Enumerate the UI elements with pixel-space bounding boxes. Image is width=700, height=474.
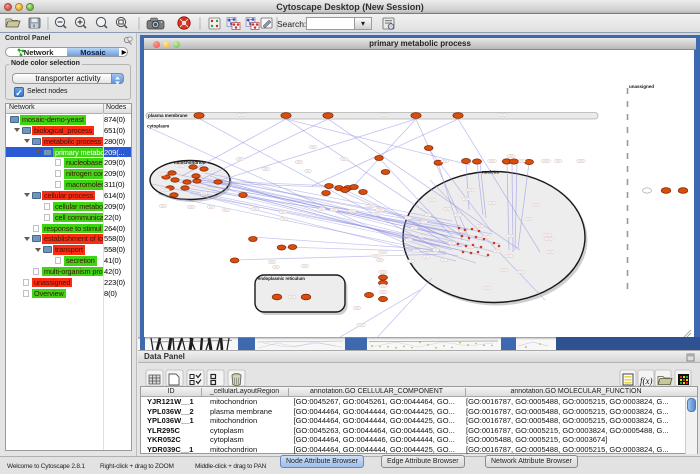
svg-text:endoplasmic reticulum: endoplasmic reticulum [258,276,305,281]
svg-text:plasma membrane: plasma membrane [148,113,188,118]
svg-text:f(x): f(x) [640,376,653,386]
svg-text:cytoplasm: cytoplasm [147,124,169,129]
svg-text:mitochondrion: mitochondrion [174,160,206,165]
svg-text:unassigned: unassigned [629,84,654,89]
svg-text:nucleus: nucleus [482,170,500,175]
